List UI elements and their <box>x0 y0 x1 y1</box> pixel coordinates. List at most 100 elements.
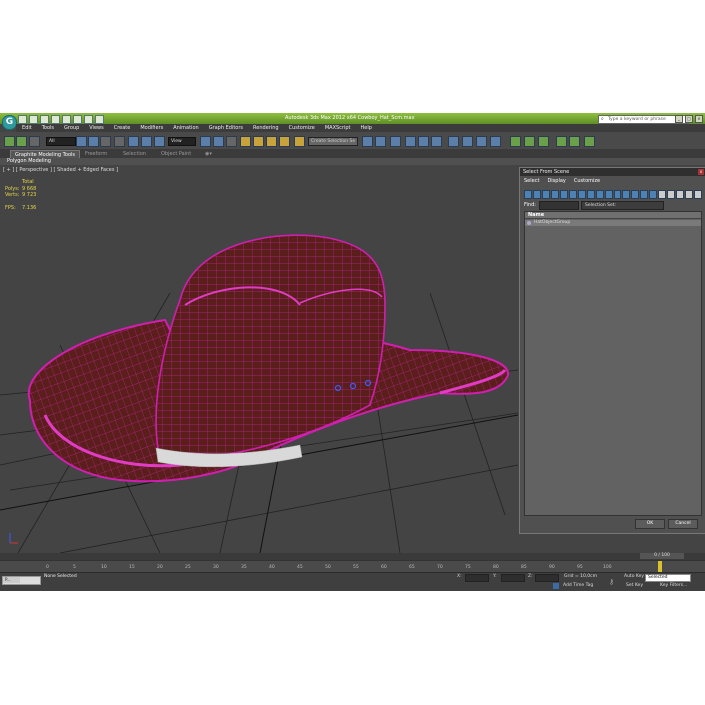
menu-edit[interactable]: Edit <box>22 124 32 132</box>
key-icon[interactable]: ⚷ <box>609 578 614 586</box>
z-coordinate-field[interactable] <box>535 574 559 582</box>
material-editor-icon[interactable] <box>448 136 459 147</box>
window-crossing-icon[interactable] <box>114 136 125 147</box>
select-by-name-icon[interactable] <box>88 136 99 147</box>
scene-object-list[interactable]: Name HatObjectGroup <box>524 211 702 516</box>
display-xrefs-icon[interactable] <box>586 190 595 199</box>
sync-selection-icon[interactable] <box>685 190 694 199</box>
orbit-tool-icon[interactable] <box>538 136 549 147</box>
dialog-close-icon[interactable]: x <box>698 169 704 175</box>
menu-animation[interactable]: Animation <box>173 124 199 132</box>
lock-selection-icon[interactable] <box>569 136 580 147</box>
frame-counter[interactable]: 0 / 100 <box>640 553 684 559</box>
display-containers-icon[interactable] <box>604 190 613 199</box>
layer-manager-icon[interactable] <box>390 136 401 147</box>
reference-coordinate-dropdown[interactable]: View <box>168 137 196 146</box>
tab-object-paint[interactable]: Object Paint <box>161 150 191 158</box>
display-none-icon[interactable] <box>640 190 649 199</box>
display-geometry-icon[interactable] <box>524 190 532 199</box>
viewport-label[interactable]: [ + ] [ Perspective ] [ Shaded + Edged F… <box>3 167 118 173</box>
select-move-icon[interactable] <box>128 136 139 147</box>
align-icon[interactable] <box>375 136 386 147</box>
add-time-tag[interactable]: Add Time Tag <box>563 583 593 588</box>
menu-views[interactable]: Views <box>89 124 103 132</box>
display-lights-icon[interactable] <box>541 190 550 199</box>
fetch-icon[interactable] <box>84 115 93 124</box>
viewport-tool-icon[interactable] <box>510 136 521 147</box>
maximize-icon[interactable]: □ <box>685 115 693 123</box>
schematic-view-icon[interactable] <box>431 136 442 147</box>
ribbon-options-icon[interactable]: ◉▾ <box>205 150 212 158</box>
filter-icon[interactable] <box>694 190 703 199</box>
key-filters-button[interactable]: Key Filters... <box>660 583 687 588</box>
cancel-button[interactable]: Cancel <box>668 519 698 529</box>
menu-help[interactable]: Help <box>361 124 372 132</box>
undo-icon[interactable] <box>51 115 60 124</box>
redo-icon[interactable] <box>62 115 71 124</box>
menu-tools[interactable]: Tools <box>42 124 54 132</box>
select-scale-icon[interactable] <box>154 136 165 147</box>
curve-editor-icon[interactable] <box>418 136 429 147</box>
bind-space-warp-icon[interactable] <box>29 136 40 147</box>
display-invert-icon[interactable] <box>649 190 658 199</box>
menu-rendering[interactable]: Rendering <box>253 124 279 132</box>
hold-icon[interactable] <box>73 115 82 124</box>
ok-button[interactable]: OK <box>635 519 665 529</box>
close-icon[interactable]: × <box>695 115 703 123</box>
snaps-toggle-icon[interactable] <box>240 136 251 147</box>
container-icon[interactable] <box>584 136 595 147</box>
select-rotate-icon[interactable] <box>141 136 152 147</box>
display-hidden-icon[interactable] <box>622 190 631 199</box>
minimize-icon[interactable]: _ <box>675 115 683 123</box>
display-helpers-icon[interactable] <box>559 190 568 199</box>
graphite-toggle-icon[interactable] <box>405 136 416 147</box>
select-invert-icon[interactable] <box>676 190 685 199</box>
dialog-menu-customize[interactable]: Customize <box>574 178 600 184</box>
render-setup-icon[interactable] <box>462 136 473 147</box>
select-none-icon[interactable] <box>667 190 676 199</box>
list-item[interactable]: HatObjectGroup <box>525 220 701 226</box>
angle-snap-icon[interactable] <box>253 136 264 147</box>
display-frozen-icon[interactable] <box>613 190 622 199</box>
find-input[interactable] <box>539 201 579 210</box>
key-mode-dropdown[interactable]: Selected <box>645 574 691 582</box>
y-coordinate-field[interactable] <box>501 574 525 582</box>
polygon-modeling-panel[interactable]: Polygon Modeling <box>7 158 51 165</box>
save-file-icon[interactable] <box>40 115 49 124</box>
menu-maxscript[interactable]: MAXScript <box>325 124 351 132</box>
display-all-icon[interactable] <box>631 190 640 199</box>
time-slider[interactable]: 0 / 100 <box>0 553 705 560</box>
selection-set-dropdown[interactable]: Selection Set: <box>581 201 664 210</box>
select-object-icon[interactable] <box>76 136 87 147</box>
menu-group[interactable]: Group <box>64 124 79 132</box>
pan-tool-icon[interactable] <box>524 136 535 147</box>
edit-named-selection-icon[interactable] <box>294 136 305 147</box>
dialog-menu-select[interactable]: Select <box>524 178 539 184</box>
select-all-icon[interactable] <box>658 190 667 199</box>
render-production-icon[interactable] <box>490 136 501 147</box>
column-header-name[interactable]: Name <box>525 212 701 219</box>
selection-filter-dropdown[interactable]: All <box>46 137 76 146</box>
menu-modifiers[interactable]: Modifiers <box>140 124 163 132</box>
x-coordinate-field[interactable] <box>465 574 489 582</box>
keyboard-shortcut-override-icon[interactable] <box>226 136 237 147</box>
perspective-viewport[interactable]: [ + ] [ Perspective ] [ Shaded + Edged F… <box>0 165 518 553</box>
display-shapes-icon[interactable] <box>532 190 541 199</box>
named-selection-set-dropdown[interactable]: Create Selection Se <box>308 137 358 146</box>
dialog-menu-display[interactable]: Display <box>547 178 565 184</box>
isolate-selection-icon[interactable] <box>556 136 567 147</box>
mirror-icon[interactable] <box>362 136 373 147</box>
menu-customize[interactable]: Customize <box>289 124 315 132</box>
set-key-button[interactable]: Set Key <box>626 583 643 588</box>
app-logo-icon[interactable]: G <box>2 115 17 130</box>
rendered-frame-window-icon[interactable] <box>476 136 487 147</box>
new-file-icon[interactable] <box>18 115 27 124</box>
dialog-title[interactable]: Select From Scene <box>520 168 705 176</box>
select-link-icon[interactable] <box>4 136 15 147</box>
tab-freeform[interactable]: Freeform <box>85 150 107 158</box>
tab-selection[interactable]: Selection <box>123 150 146 158</box>
percent-snap-icon[interactable] <box>266 136 277 147</box>
menu-graph-editors[interactable]: Graph Editors <box>209 124 243 132</box>
menu-create[interactable]: Create <box>114 124 131 132</box>
project-folder-icon[interactable] <box>95 115 104 124</box>
